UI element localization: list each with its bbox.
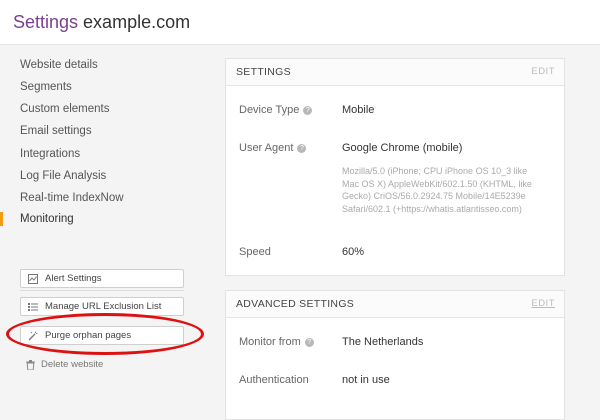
active-item-marker bbox=[0, 212, 3, 226]
help-icon[interactable]: ? bbox=[304, 338, 314, 347]
manage-url-exclusion-label: Manage URL Exclusion List bbox=[45, 301, 162, 312]
user-agent-label: User Agent? bbox=[239, 142, 307, 154]
monitor-from-label-text: Monitor from bbox=[239, 336, 301, 348]
device-type-value: Mobile bbox=[342, 104, 375, 116]
advanced-panel-title: ADVANCED SETTINGS bbox=[236, 298, 355, 310]
sidebar-item-log-file-analysis[interactable]: Log File Analysis bbox=[20, 170, 106, 182]
sidebar-item-monitoring[interactable]: Monitoring bbox=[20, 213, 74, 225]
advanced-panel-header: ADVANCED SETTINGS EDIT bbox=[226, 291, 564, 318]
authentication-value: not in use bbox=[342, 374, 390, 386]
settings-panel-header: SETTINGS EDIT bbox=[226, 59, 564, 86]
sidebar-divider bbox=[20, 290, 184, 291]
magic-wand-icon bbox=[28, 331, 38, 341]
help-icon[interactable]: ? bbox=[297, 144, 307, 153]
page-title-section: Settings bbox=[13, 12, 79, 32]
device-type-label-text: Device Type bbox=[239, 104, 300, 116]
top-bar: Settings example.com bbox=[0, 0, 600, 45]
advanced-edit-link[interactable]: EDIT bbox=[531, 298, 555, 309]
help-icon[interactable]: ? bbox=[303, 106, 313, 115]
alert-settings-label: Alert Settings bbox=[45, 273, 102, 284]
purge-orphan-pages-button[interactable]: Purge orphan pages bbox=[20, 326, 184, 345]
sidebar: Website details Segments Custom elements… bbox=[0, 44, 200, 406]
alert-settings-button[interactable]: Alert Settings bbox=[20, 269, 184, 288]
user-agent-label-text: User Agent bbox=[239, 142, 294, 154]
list-icon bbox=[28, 303, 38, 311]
sidebar-item-realtime-indexnow[interactable]: Real-time IndexNow bbox=[20, 192, 124, 204]
monitor-from-value: The Netherlands bbox=[342, 336, 424, 348]
settings-panel: SETTINGS EDIT Device Type? Mobile User A… bbox=[225, 58, 565, 276]
authentication-label: Authentication bbox=[239, 374, 309, 386]
delete-website-label: Delete website bbox=[41, 359, 104, 370]
speed-label: Speed bbox=[239, 246, 271, 258]
monitor-from-label: Monitor from? bbox=[239, 336, 314, 348]
purge-orphan-pages-label: Purge orphan pages bbox=[45, 330, 132, 341]
settings-edit-link[interactable]: EDIT bbox=[531, 66, 555, 77]
chart-icon bbox=[28, 274, 38, 284]
speed-value: 60% bbox=[342, 246, 365, 258]
settings-panel-title: SETTINGS bbox=[236, 66, 291, 78]
user-agent-value: Google Chrome (mobile) bbox=[342, 142, 463, 154]
sidebar-item-website-details[interactable]: Website details bbox=[20, 59, 98, 71]
user-agent-string: Mozilla/5.0 (iPhone; CPU iPhone OS 10_3 … bbox=[342, 166, 532, 214]
sidebar-item-email-settings[interactable]: Email settings bbox=[20, 125, 92, 137]
advanced-settings-panel: ADVANCED SETTINGS EDIT Monitor from? The… bbox=[225, 290, 565, 420]
sidebar-item-segments[interactable]: Segments bbox=[20, 81, 72, 93]
page-title-domain: example.com bbox=[78, 12, 191, 32]
sidebar-item-integrations[interactable]: Integrations bbox=[20, 148, 80, 160]
trash-icon bbox=[26, 360, 35, 370]
manage-url-exclusion-button[interactable]: Manage URL Exclusion List bbox=[20, 297, 184, 316]
device-type-label: Device Type? bbox=[239, 104, 313, 116]
sidebar-item-custom-elements[interactable]: Custom elements bbox=[20, 103, 109, 115]
page-title: Settings example.com bbox=[13, 11, 190, 33]
